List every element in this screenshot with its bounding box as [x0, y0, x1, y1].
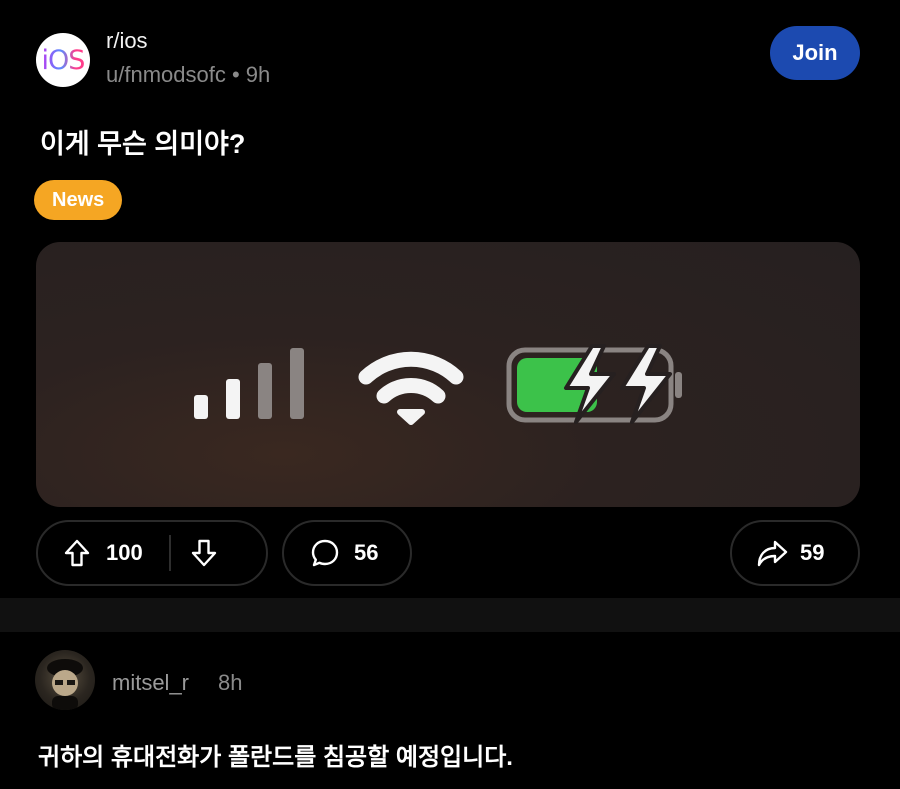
- upvote-count: 100: [106, 540, 143, 565]
- comment-text: 귀하의 휴대전화가 폴란드를 침공할 예정입니다.: [38, 744, 513, 771]
- subreddit-icon-text: iOS: [41, 44, 86, 76]
- battery-charging-icon: [506, 344, 682, 424]
- post-title[interactable]: 이게 무슨 의미야?: [40, 122, 245, 161]
- post-author[interactable]: u/fnmodsofc: [106, 62, 226, 87]
- vote-control: 100: [36, 520, 268, 586]
- downvote-icon[interactable]: [189, 538, 219, 568]
- post-meta: u/fnmodsofc • 9h: [106, 62, 270, 88]
- vote-divider: [168, 535, 171, 571]
- comment-bubble-icon: [310, 538, 340, 568]
- wifi-icon: [358, 351, 464, 425]
- post-image[interactable]: [36, 242, 860, 507]
- comment-author[interactable]: mitsel_r: [112, 670, 189, 696]
- section-divider: [0, 598, 900, 632]
- share-arrow-icon: [756, 538, 788, 568]
- join-button[interactable]: Join: [770, 26, 860, 80]
- comments-button[interactable]: 56: [282, 520, 412, 586]
- meta-separator: •: [231, 62, 240, 87]
- share-count: 59: [800, 540, 825, 565]
- comment-avatar[interactable]: [35, 650, 95, 710]
- share-button[interactable]: 59: [730, 520, 860, 586]
- comment-age: 8h: [218, 670, 243, 695]
- upvote-icon[interactable]: [62, 538, 92, 568]
- cellular-signal-icon: [194, 348, 304, 419]
- subreddit-avatar[interactable]: iOS: [36, 33, 90, 87]
- post-age: 9h: [245, 62, 271, 87]
- comment-count: 56: [354, 540, 379, 565]
- post-flair[interactable]: News: [34, 180, 123, 220]
- subreddit-name[interactable]: r/ios: [106, 28, 148, 54]
